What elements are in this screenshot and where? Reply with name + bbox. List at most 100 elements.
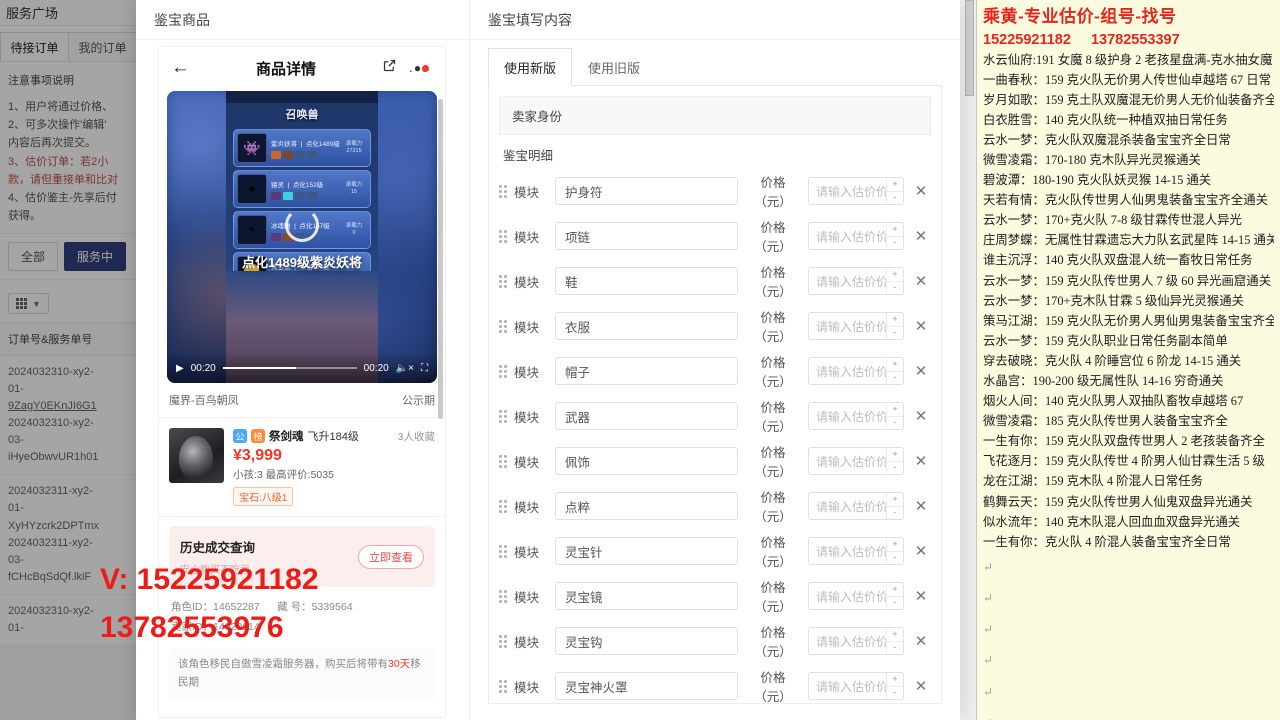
module-name-input[interactable]: 护身符 [555, 177, 738, 205]
drag-handle-icon[interactable] [499, 364, 507, 378]
stepper-down-icon[interactable]: - [887, 685, 903, 700]
drag-handle-icon[interactable] [499, 634, 507, 648]
remove-row-button[interactable]: ✕ [911, 497, 931, 515]
stepper-up-icon[interactable]: + [887, 268, 903, 281]
stepper-down-icon[interactable]: - [887, 370, 903, 385]
fullscreen-icon[interactable]: ⛶ [421, 363, 428, 374]
remove-row-button[interactable]: ✕ [911, 317, 931, 335]
price-stepper-input[interactable]: 请输入估价价 + - [808, 267, 904, 295]
drag-handle-icon[interactable] [499, 679, 507, 693]
stepper-down-icon[interactable]: - [887, 235, 903, 250]
filter-chip-in-service[interactable]: 服务中 [64, 242, 127, 272]
remove-row-button[interactable]: ✕ [911, 632, 931, 650]
column-settings-button[interactable]: ▼ [8, 293, 49, 315]
quantity-stepper[interactable]: + - [886, 268, 903, 294]
remove-row-button[interactable]: ✕ [911, 677, 931, 695]
stepper-up-icon[interactable]: + [887, 448, 903, 461]
quantity-stepper[interactable]: + - [886, 583, 903, 609]
price-stepper-input[interactable]: 请输入估价价 + - [808, 672, 904, 700]
drag-handle-icon[interactable] [499, 544, 507, 558]
play-icon[interactable]: ▶ [176, 363, 184, 374]
arrow-left-icon[interactable]: ← [171, 57, 197, 79]
drag-handle-icon[interactable] [499, 589, 507, 603]
quantity-stepper[interactable]: + - [886, 493, 903, 519]
quantity-stepper[interactable]: + - [886, 628, 903, 654]
price-stepper-input[interactable]: 请输入估价价 + - [808, 492, 904, 520]
view-now-button[interactable]: 立即查看 [358, 544, 424, 569]
module-name-input[interactable]: 鞋 [555, 267, 738, 295]
quantity-stepper[interactable]: + - [886, 403, 903, 429]
quantity-stepper[interactable]: + - [886, 358, 903, 384]
module-name-input[interactable]: 佩饰 [555, 447, 738, 475]
price-stepper-input[interactable]: 请输入估价价 + - [808, 627, 904, 655]
phone-scrollbar[interactable] [438, 99, 443, 419]
tab-old-version[interactable]: 使用旧版 [572, 48, 656, 86]
quantity-stepper[interactable]: + - [886, 448, 903, 474]
table-row[interactable]: 2024032310-xy2- 01- 9ZagY0EKnJI6G1 20240… [0, 356, 136, 476]
remove-row-button[interactable]: ✕ [911, 542, 931, 560]
drag-handle-icon[interactable] [499, 499, 507, 513]
tab-new-version[interactable]: 使用新版 [488, 48, 573, 86]
quantity-stepper[interactable]: + - [886, 673, 903, 699]
price-stepper-input[interactable]: 请输入估价价 + - [808, 177, 904, 205]
remove-row-button[interactable]: ✕ [911, 362, 931, 380]
share-icon[interactable] [375, 58, 403, 78]
stepper-up-icon[interactable]: + [887, 313, 903, 326]
module-name-input[interactable]: 灵宝镜 [555, 582, 738, 610]
module-name-input[interactable]: 点粹 [555, 492, 738, 520]
module-name-input[interactable]: 衣服 [555, 312, 738, 340]
quantity-stepper[interactable]: + - [886, 178, 903, 204]
price-stepper-input[interactable]: 请输入估价价 + - [808, 537, 904, 565]
stepper-up-icon[interactable]: + [887, 493, 903, 506]
module-name-input[interactable]: 项链 [555, 222, 738, 250]
more-dots-icon[interactable]: ․●․ [403, 61, 433, 75]
quantity-stepper[interactable]: + - [886, 538, 903, 564]
stepper-down-icon[interactable]: - [887, 595, 903, 610]
sidebar-tab-my-orders[interactable]: 我的订单 [68, 32, 136, 61]
module-name-input[interactable]: 灵宝神火罩 [555, 672, 738, 700]
remove-row-button[interactable]: ✕ [911, 587, 931, 605]
price-stepper-input[interactable]: 请输入估价价 + - [808, 312, 904, 340]
table-row[interactable]: 2024032311-xy2- 01- XyHYzcrk2DPTmx 20240… [0, 475, 136, 595]
product-video-player[interactable]: 召唤兽 👾 紫炎妖将 | 点化1489级 承载力 27215 ✦ 寝灵 | 点化… [167, 91, 437, 383]
module-name-input[interactable]: 武器 [555, 402, 738, 430]
price-stepper-input[interactable]: 请输入估价价 + - [808, 447, 904, 475]
price-stepper-input[interactable]: 请输入估价价 + - [808, 582, 904, 610]
quantity-stepper[interactable]: + - [886, 313, 903, 339]
module-name-input[interactable]: 灵宝针 [555, 537, 738, 565]
stepper-down-icon[interactable]: - [887, 190, 903, 205]
stepper-down-icon[interactable]: - [887, 460, 903, 475]
drag-handle-icon[interactable] [499, 454, 507, 468]
history-query-banner[interactable]: 历史成交查询 安心购买不吃亏 立即查看 [169, 526, 435, 587]
drag-handle-icon[interactable] [499, 184, 507, 198]
stepper-down-icon[interactable]: - [887, 550, 903, 565]
remove-row-button[interactable]: ✕ [911, 227, 931, 245]
filter-chip-all[interactable]: 全部 [8, 242, 59, 272]
price-stepper-input[interactable]: 请输入估价价 + - [808, 357, 904, 385]
stepper-up-icon[interactable]: + [887, 673, 903, 686]
stepper-up-icon[interactable]: + [887, 358, 903, 371]
stepper-up-icon[interactable]: + [887, 628, 903, 641]
drag-handle-icon[interactable] [499, 319, 507, 333]
quantity-stepper[interactable]: + - [886, 223, 903, 249]
notes-scrollbar[interactable] [963, 0, 977, 720]
stepper-down-icon[interactable]: - [887, 280, 903, 295]
price-stepper-input[interactable]: 请输入估价价 + - [808, 222, 904, 250]
remove-row-button[interactable]: ✕ [911, 452, 931, 470]
remove-row-button[interactable]: ✕ [911, 182, 931, 200]
remove-row-button[interactable]: ✕ [911, 407, 931, 425]
stepper-up-icon[interactable]: + [887, 223, 903, 236]
module-name-input[interactable]: 灵宝钩 [555, 627, 738, 655]
price-stepper-input[interactable]: 请输入估价价 + - [808, 402, 904, 430]
drag-handle-icon[interactable] [499, 409, 507, 423]
stepper-up-icon[interactable]: + [887, 178, 903, 191]
module-name-input[interactable]: 帽子 [555, 357, 738, 385]
stepper-down-icon[interactable]: - [887, 325, 903, 340]
stepper-up-icon[interactable]: + [887, 538, 903, 551]
stepper-up-icon[interactable]: + [887, 403, 903, 416]
remove-row-button[interactable]: ✕ [911, 272, 931, 290]
stepper-down-icon[interactable]: - [887, 640, 903, 655]
drag-handle-icon[interactable] [499, 274, 507, 288]
stepper-down-icon[interactable]: - [887, 505, 903, 520]
stepper-down-icon[interactable]: - [887, 415, 903, 430]
